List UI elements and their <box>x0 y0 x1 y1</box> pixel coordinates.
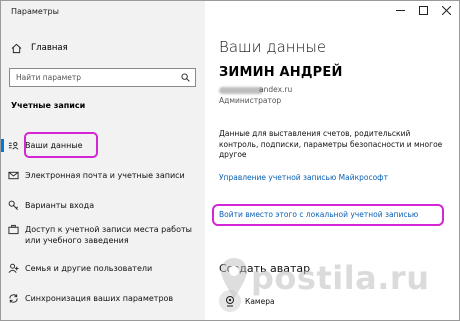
sidebar-item-label: Семья и другие пользователи <box>25 263 153 273</box>
mail-icon <box>7 171 19 179</box>
home-icon <box>11 43 22 53</box>
user-name: ЗИМИН АНДРЕЙ <box>219 65 343 80</box>
minimize-button[interactable] <box>391 3 409 17</box>
sidebar-item-label: Синхронизация ваших параметров <box>25 293 174 303</box>
sidebar-item-sign-in-options[interactable]: Варианты входа <box>1 196 205 214</box>
manage-account-link[interactable]: Управление учетной записью Майкрософт <box>219 173 388 182</box>
minimize-icon <box>395 9 405 11</box>
home-label: Главная <box>31 43 68 53</box>
key-icon <box>8 200 18 210</box>
sidebar-item-family[interactable]: Семья и другие пользователи <box>1 259 205 277</box>
sync-icon <box>8 293 18 303</box>
sidebar-item-email-accounts[interactable]: Электронная почта и учетные записи <box>1 166 205 184</box>
close-button[interactable] <box>437 3 455 17</box>
email-redaction <box>219 87 263 94</box>
settings-window: Параметры Главная Найти параметр Учетные… <box>0 0 460 321</box>
sidebar-item-label: Доступ к учетной записи места работы или… <box>25 225 192 245</box>
section-title: Учетные записи <box>11 101 86 110</box>
add-person-icon <box>8 263 19 273</box>
sidebar-item-label: Варианты входа <box>25 200 95 210</box>
local-account-link[interactable]: Войти вместо этого с локальной учетной з… <box>219 210 418 219</box>
user-role: Администратор <box>219 96 282 105</box>
sidebar: Параметры Главная Найти параметр Учетные… <box>1 1 205 320</box>
sidebar-item-label: Электронная почта и учетные записи <box>25 170 185 180</box>
person-card-icon <box>8 141 18 149</box>
camera-button[interactable]: Камера <box>219 290 275 312</box>
page-title: Ваши данные <box>219 38 327 56</box>
maximize-button[interactable] <box>414 3 432 17</box>
search-icon <box>181 73 190 82</box>
search-input[interactable]: Найти параметр <box>9 68 196 87</box>
sidebar-item-label: Ваши данные <box>25 140 83 150</box>
camera-label: Камера <box>245 296 275 306</box>
sidebar-item-your-info[interactable]: Ваши данные <box>1 136 205 154</box>
account-description: Данные для выставления счетов, родительс… <box>219 129 443 159</box>
camera-icon <box>226 296 234 307</box>
window-title: Параметры <box>11 7 59 16</box>
close-icon <box>441 5 451 15</box>
briefcase-icon <box>7 224 19 235</box>
create-avatar-heading: Создать аватар <box>219 262 311 275</box>
maximize-icon <box>418 5 428 15</box>
user-email: andex.ru <box>259 85 293 94</box>
home-link[interactable]: Главная <box>11 40 68 56</box>
search-placeholder: Найти параметр <box>16 73 81 82</box>
sidebar-item-work-access[interactable]: Доступ к учетной записи места работы или… <box>1 222 205 252</box>
sidebar-item-sync[interactable]: Синхронизация ваших параметров <box>1 289 205 307</box>
active-marker <box>1 139 4 152</box>
main-pane: Ваши данные ЗИМИН АНДРЕЙ andex.ru Админи… <box>205 1 459 320</box>
